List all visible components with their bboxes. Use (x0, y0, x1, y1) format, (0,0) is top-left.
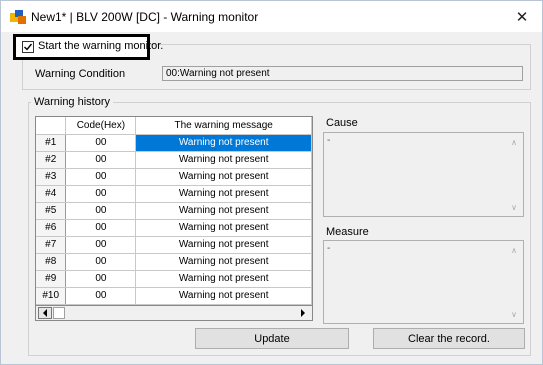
code-cell[interactable]: 00 (65, 236, 137, 254)
history-grid[interactable]: Code(Hex) The warning message #1 00 Warnin… (35, 116, 313, 321)
code-cell[interactable]: 00 (65, 219, 137, 237)
arrow-right-icon (301, 309, 305, 317)
scroll-up-icon[interactable]: ∧ (511, 138, 517, 147)
update-button[interactable]: Update (195, 328, 349, 349)
warning-condition-field: 00:Warning not present (162, 66, 523, 81)
arrow-left-icon (43, 309, 47, 317)
column-header-message[interactable]: The warning message (135, 117, 312, 135)
row-header[interactable]: #10 (36, 287, 67, 305)
table-row[interactable]: #10 00 Warning not present (36, 287, 312, 305)
measure-label: Measure (326, 226, 369, 238)
table-row[interactable]: #7 00 Warning not present (36, 236, 312, 254)
horizontal-scrollbar[interactable] (35, 305, 313, 321)
code-cell[interactable]: 00 (65, 253, 137, 271)
message-cell[interactable]: Warning not present (135, 287, 312, 305)
scroll-up-icon[interactable]: ∧ (511, 246, 517, 255)
row-header[interactable]: #4 (36, 185, 67, 203)
table-row[interactable]: #9 00 Warning not present (36, 270, 312, 288)
close-button[interactable]: ✕ (502, 1, 542, 32)
scroll-right-button[interactable] (296, 307, 310, 319)
message-cell[interactable]: Warning not present (135, 253, 312, 271)
row-header[interactable]: #6 (36, 219, 67, 237)
code-cell[interactable]: 00 (65, 270, 137, 288)
table-row[interactable]: #1 00 Warning not present (36, 134, 312, 152)
cause-value: - (327, 135, 331, 146)
table-row[interactable]: #5 00 Warning not present (36, 202, 312, 220)
code-cell[interactable]: 00 (65, 202, 137, 220)
checkbox-check-icon[interactable] (22, 41, 34, 53)
code-cell[interactable]: 00 (65, 168, 137, 186)
message-cell[interactable]: Warning not present (135, 270, 312, 288)
measure-value: - (327, 243, 331, 254)
close-icon: ✕ (515, 8, 529, 26)
table-row[interactable]: #3 00 Warning not present (36, 168, 312, 186)
table-row[interactable]: #2 00 Warning not present (36, 151, 312, 169)
warning-history-legend: Warning history (31, 96, 114, 108)
code-cell[interactable]: 00 (65, 134, 137, 152)
scroll-down-icon[interactable]: ∨ (511, 310, 517, 319)
table-row[interactable]: #6 00 Warning not present (36, 219, 312, 237)
warning-condition-label: Warning Condition (35, 68, 126, 80)
message-cell[interactable]: Warning not present (135, 236, 312, 254)
row-header[interactable]: #3 (36, 168, 67, 186)
row-header[interactable]: #1 (36, 134, 67, 152)
message-cell[interactable]: Warning not present (135, 168, 312, 186)
message-cell[interactable]: Warning not present (135, 219, 312, 237)
scroll-left-button[interactable] (38, 307, 52, 319)
start-monitor-checkbox[interactable]: Start the warning monitor. (13, 34, 163, 60)
column-header-code[interactable]: Code(Hex) (65, 117, 137, 135)
message-cell[interactable]: Warning not present (135, 185, 312, 203)
app-icon (10, 10, 26, 24)
row-header[interactable]: #7 (36, 236, 67, 254)
cause-textbox[interactable]: - ∧ ∨ (323, 132, 524, 217)
code-cell[interactable]: 00 (65, 185, 137, 203)
grid-corner-header (36, 117, 67, 135)
clear-record-button[interactable]: Clear the record. (373, 328, 525, 349)
window-title: New1* | BLV 200W [DC] - Warning monitor (31, 10, 259, 24)
table-row[interactable]: #4 00 Warning not present (36, 185, 312, 203)
scroll-down-icon[interactable]: ∨ (511, 203, 517, 212)
title-bar: New1* | BLV 200W [DC] - Warning monitor … (1, 1, 542, 32)
message-cell[interactable]: Warning not present (135, 202, 312, 220)
row-header[interactable]: #9 (36, 270, 67, 288)
message-cell[interactable]: Warning not present (135, 134, 312, 152)
measure-textbox[interactable]: - ∧ ∨ (323, 240, 524, 324)
code-cell[interactable]: 00 (65, 287, 137, 305)
code-cell[interactable]: 00 (65, 151, 137, 169)
row-header[interactable]: #5 (36, 202, 67, 220)
start-monitor-label: Start the warning monitor. (38, 40, 164, 52)
table-row[interactable]: #8 00 Warning not present (36, 253, 312, 271)
cause-label: Cause (326, 117, 358, 129)
message-cell[interactable]: Warning not present (135, 151, 312, 169)
row-header[interactable]: #8 (36, 253, 67, 271)
row-header[interactable]: #2 (36, 151, 67, 169)
scroll-thumb[interactable] (53, 307, 65, 319)
